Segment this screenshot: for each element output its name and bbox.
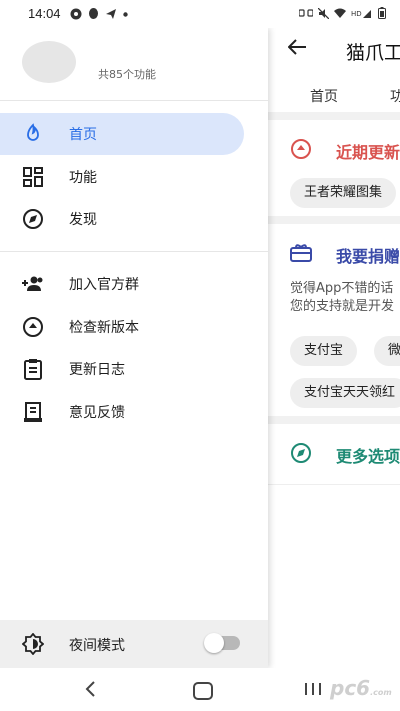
avatar[interactable]: [22, 41, 76, 83]
recent-apps-icon[interactable]: [304, 682, 322, 696]
night-mode-icon: [22, 633, 44, 655]
feature-count: 共85个功能: [98, 68, 156, 81]
drawer-scrim[interactable]: [268, 28, 400, 668]
toggle-knob: [204, 633, 224, 653]
home-button[interactable]: [193, 682, 213, 700]
night-mode-row[interactable]: 夜间模式: [0, 620, 268, 668]
status-bar: 14:04 HD: [0, 0, 400, 28]
nav-label: 首页: [69, 127, 97, 143]
back-icon[interactable]: [84, 680, 98, 698]
nav-label: 加入官方群: [69, 277, 139, 293]
nav-item-discover[interactable]: 发现: [0, 198, 244, 240]
nav-label: 发现: [69, 212, 97, 228]
telegram-icon: [106, 9, 116, 19]
system-navigation-bar: pc6.com: [0, 668, 400, 711]
nav-label: 检查新版本: [69, 320, 139, 336]
navigation-drawer: 共85个功能 首页 功能 发现 加入官方群 检查新版本 更新日志 意见反馈 夜间…: [0, 28, 268, 668]
feedback-icon: [24, 402, 42, 422]
grid-icon: [23, 167, 43, 187]
upload-circle-icon: [23, 317, 43, 337]
night-mode-label: 夜间模式: [69, 638, 125, 654]
watermark: pc6.com: [330, 676, 392, 700]
nav-item-join-group[interactable]: 加入官方群: [0, 263, 244, 305]
nav-label: 功能: [69, 170, 97, 186]
nav-item-home[interactable]: 首页: [0, 113, 244, 155]
compass-icon: [23, 209, 43, 229]
notification-app-icon: [70, 8, 82, 20]
nav-label: 更新日志: [69, 362, 125, 378]
hd-signal-icon: HD: [351, 10, 371, 18]
nav-item-functions[interactable]: 功能: [0, 156, 244, 198]
qq-icon: [89, 8, 98, 19]
mute-icon: [318, 7, 329, 19]
vibrate-icon: [299, 9, 313, 17]
more-notifications-dot-icon: [123, 11, 128, 17]
night-mode-toggle[interactable]: [204, 633, 240, 653]
watermark-sub: .com: [370, 688, 392, 697]
clipboard-icon: [24, 359, 42, 380]
notification-icons: [70, 8, 128, 20]
divider: [0, 100, 268, 101]
divider: [0, 251, 268, 252]
wifi-icon: [334, 8, 346, 18]
status-time: 14:04: [28, 6, 61, 21]
group-add-icon: [22, 276, 43, 291]
nav-item-changelog[interactable]: 更新日志: [0, 348, 244, 390]
system-status-icons: HD: [299, 7, 386, 19]
nav-item-check-update[interactable]: 检查新版本: [0, 306, 244, 348]
watermark-text: pc6: [330, 676, 371, 700]
battery-icon: [378, 7, 386, 19]
nav-label: 意见反馈: [69, 405, 125, 421]
nav-item-feedback[interactable]: 意见反馈: [0, 391, 244, 433]
flame-icon: [27, 123, 39, 141]
svg-text:HD: HD: [351, 10, 362, 18]
